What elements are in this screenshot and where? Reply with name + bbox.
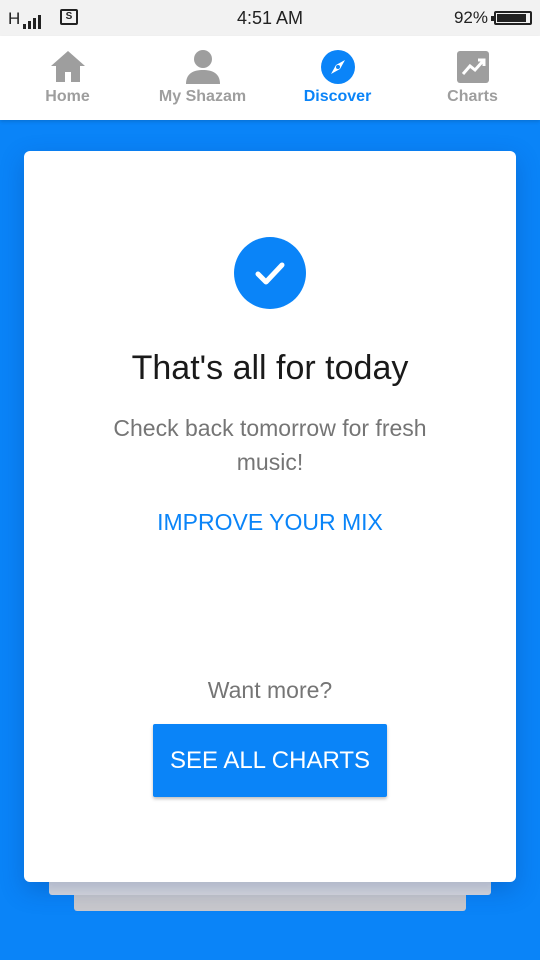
check-badge: [234, 237, 306, 309]
person-icon: [185, 50, 220, 84]
see-all-charts-button[interactable]: SEE ALL CHARTS: [153, 724, 387, 797]
nav-item-home[interactable]: Home: [0, 36, 135, 120]
top-nav: Home My Shazam Discover Charts: [0, 36, 540, 120]
check-icon: [255, 262, 285, 285]
card-title: That's all for today: [131, 349, 409, 387]
nav-label-my-shazam: My Shazam: [158, 88, 247, 105]
nav-item-charts[interactable]: Charts: [405, 36, 540, 120]
trending-chart-icon: [456, 51, 489, 83]
status-bar: H S 4:51 AM 92%: [0, 0, 540, 36]
battery-fill: [497, 14, 527, 22]
battery-percent: 92%: [453, 8, 488, 27]
nav-item-discover[interactable]: Discover: [270, 36, 405, 120]
battery-icon: [491, 11, 532, 25]
nav-item-my-shazam[interactable]: My Shazam: [135, 36, 270, 120]
want-more-text: Want more?: [207, 677, 333, 703]
nav-label-home: Home: [45, 88, 90, 105]
improve-your-mix-link[interactable]: IMPROVE YOUR MIX: [24, 509, 516, 536]
card-subtitle: Check back tomorrow for fresh music!: [113, 415, 427, 475]
discover-card: That's all for today Check back tomorrow…: [24, 151, 516, 882]
nav-label-discover: Discover: [303, 88, 372, 105]
compass-icon: [320, 50, 355, 84]
nav-label-charts: Charts: [447, 88, 498, 105]
home-icon: [50, 51, 85, 82]
